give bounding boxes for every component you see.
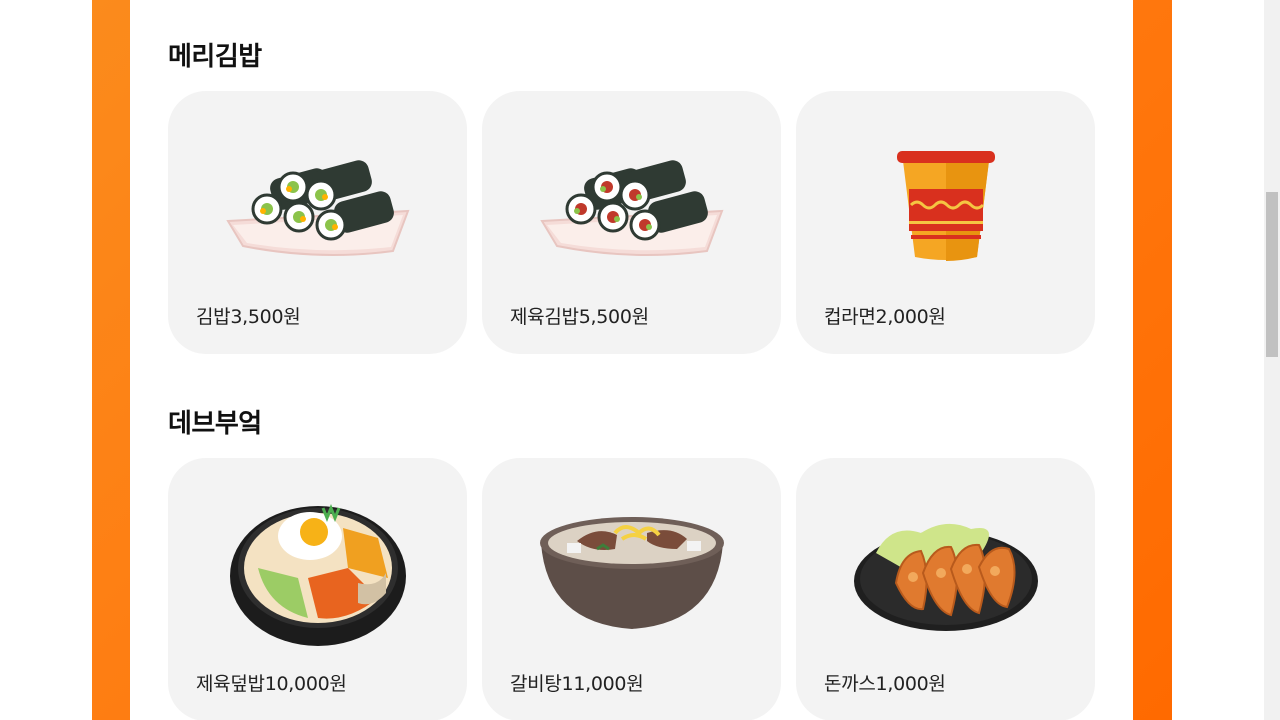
gimbap-icon bbox=[482, 131, 781, 281]
menu-item-label: 돈까스1,000원 bbox=[824, 673, 946, 695]
gimbap-icon bbox=[168, 131, 467, 281]
menu-card-gimbap[interactable]: 김밥3,500원 bbox=[168, 91, 467, 354]
menu-content: 메리김밥 김밥3,500원 제육김밥5,500원 컵라면2,000원 데브부엌 … bbox=[130, 0, 1133, 720]
vertical-scrollbar[interactable] bbox=[1264, 0, 1280, 720]
scrollbar-thumb[interactable] bbox=[1266, 192, 1278, 357]
galbitang-icon bbox=[482, 498, 781, 648]
section-title-merigimbap: 메리김밥 bbox=[168, 42, 262, 72]
menu-item-label: 김밥3,500원 bbox=[196, 306, 301, 328]
menu-card-jeyuk-gimbap[interactable]: 제육김밥5,500원 bbox=[482, 91, 781, 354]
menu-item-label: 제육김밥5,500원 bbox=[510, 306, 649, 328]
section-title-devkitchen: 데브부엌 bbox=[168, 409, 262, 439]
menu-card-tonkatsu[interactable]: 돈까스1,000원 bbox=[796, 458, 1095, 720]
menu-item-label: 갈비탕11,000원 bbox=[510, 673, 644, 695]
cup-ramen-icon bbox=[796, 131, 1095, 281]
menu-card-jeyuk-deopbap[interactable]: 제육덮밥10,000원 bbox=[168, 458, 467, 720]
menu-item-label: 제육덮밥10,000원 bbox=[196, 673, 347, 695]
menu-card-galbitang[interactable]: 갈비탕11,000원 bbox=[482, 458, 781, 720]
menu-item-label: 컵라면2,000원 bbox=[824, 306, 946, 328]
menu-card-cup-ramen[interactable]: 컵라면2,000원 bbox=[796, 91, 1095, 354]
tonkatsu-icon bbox=[796, 498, 1095, 648]
bibimbap-icon bbox=[168, 498, 467, 648]
